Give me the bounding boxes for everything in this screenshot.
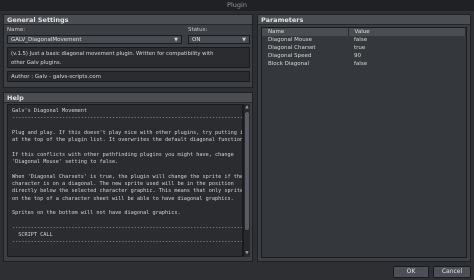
parameter-row[interactable]: Block Diagonal false [262, 60, 466, 68]
window-title: Plugin [227, 1, 247, 9]
column-header-value[interactable]: Value [348, 28, 466, 36]
status-select[interactable]: ON ▼ [188, 35, 250, 44]
help-line: Plug and play. If this doesn't play nice… [12, 129, 243, 136]
help-line: Sprites on the bottom will not have diag… [12, 210, 181, 217]
help-line [12, 144, 238, 151]
parameter-row[interactable]: Diagonal Charset true [262, 44, 466, 52]
help-line: SCRIPT CALL [12, 232, 53, 239]
description-line: other Galv plugins. [11, 60, 62, 66]
help-line: ----------------------------------------… [12, 115, 243, 122]
help-line [12, 203, 238, 210]
chevron-down-icon: ▼ [242, 37, 246, 43]
help-line: ----------------------------------------… [12, 239, 243, 246]
ok-button[interactable]: OK [393, 266, 429, 278]
parameter-row[interactable]: Diagonal Mouse false [262, 36, 466, 44]
help-line: ----------------------------------------… [12, 224, 243, 231]
plugin-name-value: GALV_DiagonalMovement [11, 37, 82, 43]
help-line: If this conflicts with other pathfinding… [12, 151, 234, 158]
parameter-value: false [354, 61, 368, 67]
help-line: Galv's Diagonal Movement [12, 108, 87, 114]
help-line: When 'Diagonal Charsets' is true, the pl… [12, 173, 243, 180]
cancel-button[interactable]: Cancel [433, 266, 471, 278]
parameter-name: Diagonal Speed [268, 53, 312, 59]
plugin-description: (v.1.5) Just a basic diagonal movement p… [7, 47, 250, 68]
status-label: Status: [188, 27, 208, 33]
plugin-name-select[interactable]: GALV_DiagonalMovement ▼ [7, 35, 182, 44]
general-settings-header: General Settings [4, 15, 252, 25]
help-line: directly below the selected character gr… [12, 188, 243, 195]
column-header-name[interactable]: Name [262, 28, 349, 36]
help-line: on the top of a character sheet will be … [12, 195, 234, 202]
name-label: Name: [7, 27, 26, 33]
parameter-name: Block Diagonal [268, 61, 309, 67]
help-line: character is on a diagonal. The new spri… [12, 180, 234, 187]
help-line [12, 123, 238, 130]
parameter-value: false [354, 37, 368, 43]
scroll-down-icon[interactable]: ▼ [244, 250, 250, 257]
help-text: Galv's Diagonal Movement ---------------… [7, 104, 243, 257]
help-line: 'Diagonal Mouse' setting to false. [12, 159, 119, 166]
help-scrollbar[interactable]: ▲ ▼ [243, 104, 250, 257]
help-line [12, 166, 238, 173]
parameter-value: 90 [354, 53, 361, 59]
parameter-name: Diagonal Mouse [268, 37, 312, 43]
scroll-up-icon[interactable]: ▲ [244, 104, 250, 111]
scrollbar-thumb[interactable] [245, 112, 249, 230]
window-titlebar: Plugin [0, 0, 474, 11]
status-value: ON [192, 37, 201, 43]
description-line: (v.1.5) Just a basic diagonal movement p… [11, 51, 214, 57]
help-line: at the top of the plugin list. It overwr… [12, 137, 243, 144]
parameter-row[interactable]: Diagonal Speed 90 [262, 52, 466, 60]
parameters-header: Parameters [258, 15, 470, 25]
parameter-name: Diagonal Charset [268, 45, 316, 51]
parameters-table: Name Value Diagonal Mouse false Diagonal… [262, 28, 466, 68]
help-header: Help [4, 93, 252, 103]
parameter-value: true [354, 45, 366, 51]
plugin-author: Author : Galv - galvs-scripts.com [7, 71, 250, 82]
chevron-down-icon: ▼ [174, 37, 178, 43]
help-line [12, 217, 238, 224]
